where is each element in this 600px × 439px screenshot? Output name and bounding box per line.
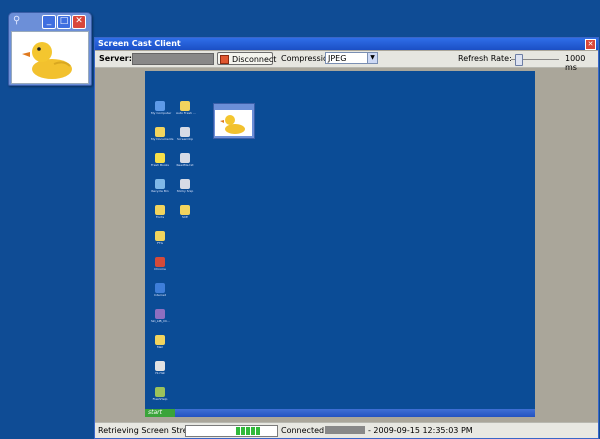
screen-cast-client-window: Screen Cast Client ✕ Server: Disconnect … xyxy=(94,37,599,439)
desktop-item-icon xyxy=(155,153,165,163)
window-title-text: Screen Cast Client xyxy=(98,39,181,48)
remote-desktop-icon[interactable]: FlashHelp xyxy=(151,387,169,401)
desktop-item-label: My Computer xyxy=(151,111,172,115)
compression-select[interactable]: JPEG ▼ xyxy=(325,52,378,64)
desktop-item-icon xyxy=(155,257,165,267)
desktop-item-label: Recycle Bin xyxy=(151,189,169,193)
desktop-item-label: Ski_LIB_Cli... xyxy=(151,319,170,323)
remote-desktop-icon[interactable]: ReadMe.txt xyxy=(176,153,194,167)
progress-block xyxy=(236,427,240,435)
status-bar: Retrieving Screen Stream: Connected to -… xyxy=(95,422,598,438)
timestamp: - 2009-09-15 12:35:03 PM xyxy=(368,426,473,435)
progress-fill xyxy=(236,427,260,435)
remote-duck-image xyxy=(215,110,252,136)
desktop-item-label: Internet xyxy=(154,293,166,297)
minimize-icon[interactable]: _ xyxy=(42,15,56,29)
desktop-item-icon xyxy=(155,127,165,137)
remote-desktop-icon[interactable]: Chrome xyxy=(151,257,169,271)
desktop-item-icon xyxy=(155,309,165,319)
server-label: Server: xyxy=(99,54,132,63)
refresh-rate-value: 1000 ms xyxy=(565,54,586,72)
remote-desktop-icon[interactable]: FTG xyxy=(151,231,169,245)
server-input[interactable] xyxy=(132,53,214,65)
desktop-item-label: Auto Fresh ... xyxy=(176,111,196,115)
remote-start-button[interactable]: start xyxy=(145,409,175,417)
refresh-rate-label: Refresh Rate: xyxy=(458,54,512,63)
desktop-item-label: Hi-Hat xyxy=(155,371,165,375)
pin-icon[interactable]: ⚲ xyxy=(13,16,23,26)
desktop-item-label: FTG xyxy=(157,241,163,245)
widget-titlebar[interactable]: ⚲ _ □ ✕ xyxy=(9,13,91,29)
desktop-item-label: Fonts xyxy=(155,215,165,219)
desktop-item-label: Chrome xyxy=(154,267,166,271)
desktop-item-label: SCE xyxy=(182,215,188,219)
remote-desktop-icon[interactable]: Fonts xyxy=(151,205,169,219)
desktop-item-icon xyxy=(155,205,165,215)
disconnect-label: Disconnect xyxy=(232,55,277,64)
window-title: Screen Cast Client ✕ xyxy=(95,38,598,50)
remote-desktop-icon[interactable]: Recycle Bin xyxy=(151,179,169,193)
remote-desktop-icon[interactable]: SCE xyxy=(176,205,194,219)
remote-taskbar: start xyxy=(145,409,535,417)
remote-desktop-icon[interactable]: Internet xyxy=(151,283,169,297)
screen-stream-viewport[interactable]: start My Computer Auto Fresh ... My Docume… xyxy=(100,71,579,418)
remote-desktop-icon[interactable]: Hi-Hat xyxy=(151,361,169,375)
desktop-item-label: Sticky Snip xyxy=(176,189,194,193)
desktop-item-icon xyxy=(180,179,190,189)
remote-desktop-icon[interactable]: Fresh Books xyxy=(151,153,169,167)
progress-block xyxy=(251,427,255,435)
desktop-item-icon xyxy=(155,361,165,371)
desktop-item-label: ReadMe.txt xyxy=(176,163,194,167)
toolbar: Server: Disconnect Compression: JPEG ▼ R… xyxy=(95,51,598,72)
close-icon[interactable]: ✕ xyxy=(585,39,596,50)
remote-desktop-icon[interactable]: My Computer xyxy=(151,101,172,115)
desktop-item-label: My Documents xyxy=(151,137,174,141)
chevron-down-icon[interactable]: ▼ xyxy=(367,53,377,63)
progress-block xyxy=(256,427,260,435)
remote-desktop-icon[interactable]: Sticky Snip xyxy=(176,179,194,193)
desktop-item-icon xyxy=(180,153,190,163)
desktop-item-icon xyxy=(155,335,165,345)
progress-block xyxy=(246,427,250,435)
remote-desktop-icon[interactable]: My Documents xyxy=(151,127,174,141)
progress-block xyxy=(241,427,245,435)
refresh-rate-slider-thumb[interactable] xyxy=(515,54,523,66)
disconnect-icon xyxy=(220,55,229,64)
desktop-item-label: Fresh Books xyxy=(151,163,169,167)
remote-duck-widget xyxy=(213,103,255,139)
desktop-item-icon xyxy=(155,283,165,293)
duck-widget[interactable]: ⚲ _ □ ✕ xyxy=(8,12,92,86)
disconnect-button[interactable]: Disconnect xyxy=(217,52,277,65)
remote-desktop-icon[interactable]: Ski_LIB_Cli... xyxy=(151,309,170,323)
desktop-item-icon xyxy=(180,101,190,111)
desktop-item-icon xyxy=(155,231,165,241)
desktop-item-icon xyxy=(155,101,165,111)
compression-value: JPEG xyxy=(328,54,347,63)
desktop-item-label: ScreenClip xyxy=(177,137,193,141)
close-icon[interactable]: ✕ xyxy=(72,15,86,29)
desktop-item-icon xyxy=(155,387,165,397)
desktop-item-icon xyxy=(180,205,190,215)
remote-desktop-icon[interactable]: Auto Fresh ... xyxy=(176,101,196,115)
remote-desktop-icon[interactable]: ScreenClip xyxy=(176,127,194,141)
desktop-item-label: Mail xyxy=(156,345,164,349)
stream-progress-bar xyxy=(185,425,278,437)
maximize-icon[interactable]: □ xyxy=(57,15,71,29)
desktop-item-label: FlashHelp xyxy=(152,397,168,401)
duck-image xyxy=(11,31,89,84)
remote-desktop-icon[interactable]: Mail xyxy=(151,335,169,349)
desktop-item-icon xyxy=(155,179,165,189)
redacted-host xyxy=(325,426,365,434)
remote-desktop[interactable]: start My Computer Auto Fresh ... My Docume… xyxy=(145,71,535,417)
desktop-item-icon xyxy=(180,127,190,137)
